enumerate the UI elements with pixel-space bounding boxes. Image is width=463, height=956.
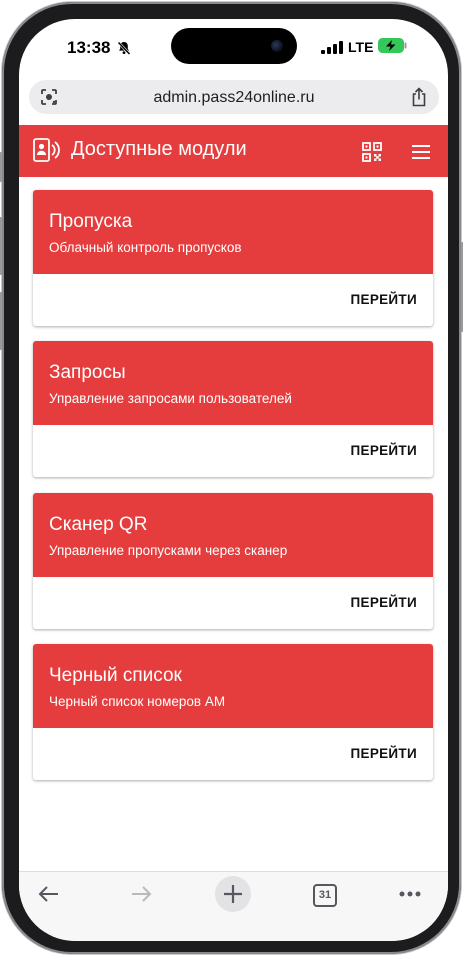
card-subtitle: Облачный контроль пропусков: [49, 240, 242, 255]
bell-slash-icon: [117, 41, 131, 55]
back-arrow-icon[interactable]: [37, 882, 61, 906]
qr-code-icon[interactable]: [362, 142, 382, 162]
volume-down-button: [0, 292, 2, 350]
battery-charging-icon: [378, 38, 407, 53]
card-title: Запросы: [49, 362, 126, 383]
card-subtitle: Черный список номеров АМ: [49, 694, 226, 709]
screen: 13:38 LTE admin.pass24online.ru Доступны…: [19, 19, 448, 941]
page-title: Доступные модули: [71, 138, 247, 160]
go-button[interactable]: ПЕРЕЙТИ: [351, 292, 417, 307]
front-camera: [271, 40, 283, 52]
module-card-passes: Пропуска Облачный контроль пропусков ПЕР…: [33, 190, 433, 326]
cellular-signal-icon: [321, 41, 343, 54]
forward-arrow-icon[interactable]: [129, 882, 153, 906]
card-title: Черный список: [49, 665, 182, 686]
card-header: Пропуска Облачный контроль пропусков: [33, 190, 433, 274]
share-icon[interactable]: [410, 87, 428, 107]
new-tab-plus-icon: [224, 885, 242, 903]
card-header: Запросы Управление запросами пользовател…: [33, 341, 433, 425]
status-bar: 13:38 LTE: [19, 19, 448, 77]
go-button[interactable]: ПЕРЕЙТИ: [351, 443, 417, 458]
module-card-requests: Запросы Управление запросами пользовател…: [33, 341, 433, 477]
phone-frame: 13:38 LTE admin.pass24online.ru Доступны…: [0, 2, 463, 954]
card-title: Сканер QR: [49, 514, 148, 535]
browser-toolbar: 31: [19, 871, 448, 941]
address-bar[interactable]: admin.pass24online.ru: [29, 80, 439, 114]
tabs-count-button[interactable]: 31: [313, 884, 337, 907]
app-header: Доступные модули: [19, 125, 448, 177]
go-button[interactable]: ПЕРЕЙТИ: [351, 746, 417, 761]
more-icon[interactable]: [399, 891, 421, 897]
network-type: LTE: [348, 39, 374, 55]
status-time: 13:38: [67, 38, 111, 57]
volume-up-button: [0, 217, 2, 275]
card-header: Черный список Черный список номеров АМ: [33, 644, 433, 728]
hamburger-menu-icon[interactable]: [411, 144, 431, 160]
url-text[interactable]: admin.pass24online.ru: [29, 89, 439, 107]
module-card-qr-scanner: Сканер QR Управление пропусками через ск…: [33, 493, 433, 629]
card-header: Сканер QR Управление пропусками через ск…: [33, 493, 433, 577]
new-tab-button[interactable]: [215, 876, 251, 912]
card-title: Пропуска: [49, 211, 133, 232]
pass-logo-icon: [33, 138, 60, 162]
card-subtitle: Управление пропусками через сканер: [49, 543, 288, 558]
card-subtitle: Управление запросами пользователей: [49, 391, 292, 406]
go-button[interactable]: ПЕРЕЙТИ: [351, 595, 417, 610]
action-button: [0, 152, 2, 182]
dynamic-island: [171, 28, 297, 64]
module-card-blacklist: Черный список Черный список номеров АМ П…: [33, 644, 433, 780]
